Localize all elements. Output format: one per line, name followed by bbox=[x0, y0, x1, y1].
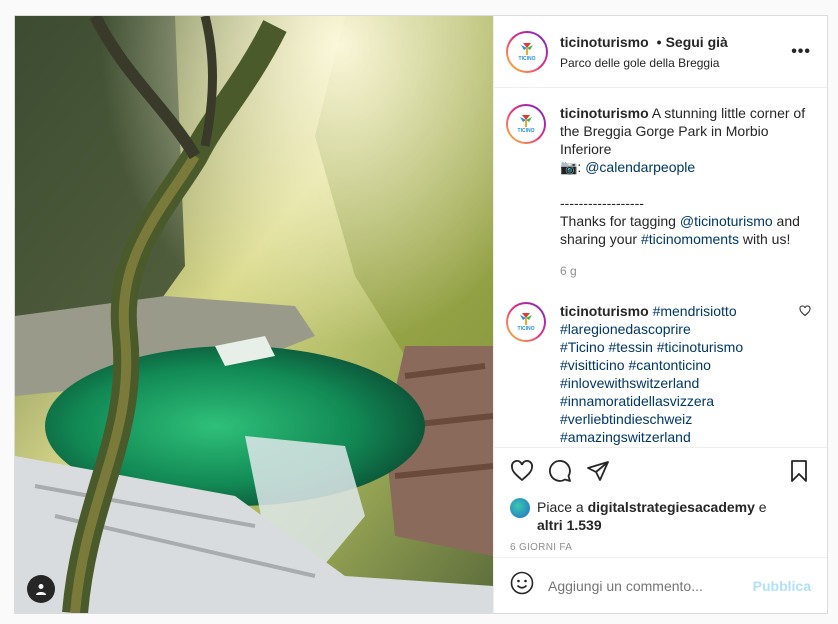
likes-prefix: Piace a bbox=[537, 499, 588, 515]
caption-time[interactable]: 6 g bbox=[560, 262, 811, 280]
header-username[interactable]: ticinoturismo bbox=[560, 34, 649, 50]
post-photo[interactable] bbox=[15, 16, 493, 613]
comments-list[interactable]: TICINO ticinoturismo A stunning little c… bbox=[494, 88, 827, 447]
hashtag-line[interactable]: #Ticino #tessin #ticinoturismo bbox=[560, 339, 743, 355]
hashtag-line[interactable]: #mendrisiotto bbox=[653, 303, 737, 319]
comment-username[interactable]: ticinoturismo bbox=[560, 303, 649, 319]
avatar[interactable]: TICINO bbox=[506, 302, 546, 342]
caption-divider: ------------------ bbox=[560, 195, 644, 211]
post-sidebar: TICINO ticinoturismo • Segui già Parco d… bbox=[493, 16, 827, 613]
more-icon[interactable]: ••• bbox=[791, 43, 811, 61]
comment-input[interactable] bbox=[548, 577, 753, 594]
publish-button[interactable]: Pubblica bbox=[753, 578, 811, 594]
ticino-logo-icon bbox=[520, 42, 534, 56]
camera-emoji: 📷: bbox=[560, 159, 582, 175]
user-tag-icon[interactable] bbox=[27, 575, 55, 603]
emoji-icon[interactable] bbox=[510, 571, 534, 600]
location-link[interactable]: Parco delle gole della Breggia bbox=[560, 56, 791, 70]
hashtag-line[interactable]: #inlovewithswitzerland bbox=[560, 375, 699, 391]
likes-middle: e bbox=[754, 499, 767, 515]
thanks-mention[interactable]: @ticinoturismo bbox=[680, 213, 773, 229]
thanks-text-3: with us! bbox=[738, 231, 791, 247]
likes-count[interactable]: altri 1.539 bbox=[537, 517, 602, 533]
ticino-logo-icon bbox=[519, 114, 533, 128]
comment-like-icon[interactable] bbox=[799, 304, 811, 446]
add-comment-bar: Pubblica bbox=[494, 557, 827, 613]
credit-mention[interactable]: @calendarpeople bbox=[585, 159, 695, 175]
avatar[interactable]: TICINO bbox=[506, 104, 546, 144]
following-button[interactable]: Segui già bbox=[666, 34, 728, 50]
avatar-label: TICINO bbox=[517, 326, 535, 332]
header-separator: • bbox=[656, 33, 662, 50]
hashtag-line[interactable]: #verliebtindieschweiz bbox=[560, 411, 692, 427]
caption-username[interactable]: ticinoturismo bbox=[560, 105, 649, 121]
comment-icon[interactable] bbox=[548, 459, 572, 488]
post-header: TICINO ticinoturismo • Segui già Parco d… bbox=[494, 16, 827, 88]
thanks-text-1: Thanks for tagging bbox=[560, 213, 680, 229]
hashtag-line[interactable]: #visitticino #cantonticino bbox=[560, 357, 711, 373]
caption-comment: TICINO ticinoturismo A stunning little c… bbox=[506, 104, 811, 292]
avatar[interactable]: TICINO bbox=[506, 30, 548, 73]
hashtag-line[interactable]: #innamoratidellasvizzera bbox=[560, 393, 714, 409]
hashtag-line[interactable]: #laregionedascoprire bbox=[560, 321, 691, 337]
post-card: TICINO ticinoturismo • Segui già Parco d… bbox=[14, 15, 828, 614]
liker-avatar[interactable] bbox=[510, 498, 530, 518]
avatar-label: TICINO bbox=[517, 128, 535, 134]
heart-icon[interactable] bbox=[510, 459, 534, 488]
avatar-label: TICINO bbox=[518, 55, 536, 62]
hashtag-line[interactable]: #amazingswitzerland bbox=[560, 429, 691, 445]
thanks-hashtag[interactable]: #ticinomoments bbox=[641, 231, 739, 247]
bookmark-icon[interactable] bbox=[787, 459, 811, 488]
ticino-logo-icon bbox=[519, 312, 533, 326]
post-time[interactable]: 6 GIORNI FA bbox=[510, 542, 811, 553]
likes-summary: Piace a digitalstrategiesacademy e altri… bbox=[510, 498, 811, 534]
liker-username[interactable]: digitalstrategiesacademy bbox=[588, 499, 755, 515]
post-actions: Piace a digitalstrategiesacademy e altri… bbox=[494, 447, 827, 557]
hashtag-comment: TICINO ticinoturismo #mendrisiotto #lare… bbox=[506, 302, 811, 446]
share-icon[interactable] bbox=[586, 459, 610, 488]
